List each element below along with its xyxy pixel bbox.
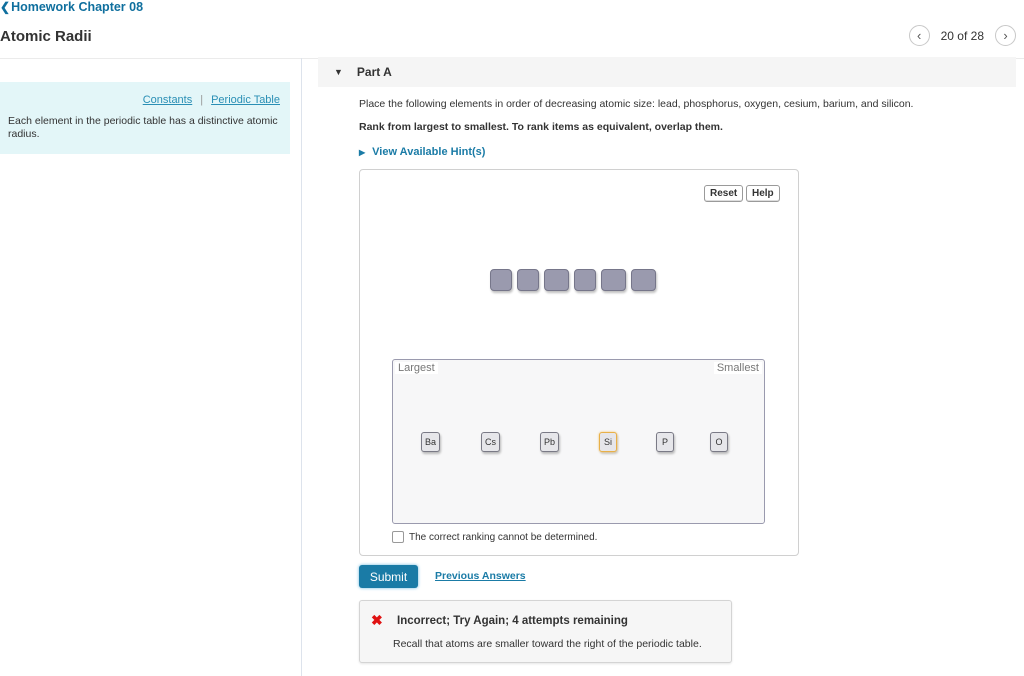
reset-button[interactable]: Reset (704, 185, 744, 202)
question-text: Place the following elements in order of… (359, 98, 914, 110)
previous-answers-link[interactable]: Previous Answers (435, 570, 526, 582)
ranking-widget: Reset Help Largest Smallest Ba Cs Pb Si … (359, 169, 799, 556)
intro-panel: Constants | Periodic Table Each element in… (0, 82, 290, 154)
back-link-label: Homework Chapter 08 (11, 0, 144, 14)
chevron-left-icon: ‹ (916, 28, 922, 43)
previous-item-button[interactable]: ‹ (908, 25, 930, 46)
cannot-determine-checkbox[interactable] (392, 531, 404, 543)
empty-slot[interactable] (544, 269, 569, 291)
caret-right-icon: ▶ (359, 148, 366, 157)
pager: ‹ 20 of 28 › (908, 25, 1016, 46)
instructions-text: Rank from largest to smallest. To rank i… (359, 121, 723, 133)
pager-position: 20 of 28 (940, 28, 984, 43)
feedback-panel: ✖ Incorrect; Try Again; 4 attempts remai… (359, 600, 732, 663)
hint-label: View Available Hint(s) (372, 146, 486, 158)
empty-slot[interactable] (574, 269, 596, 291)
element-chip-pb[interactable]: Pb (540, 432, 560, 452)
element-chip-ba[interactable]: Ba (421, 432, 441, 452)
chevron-right-icon: › (1003, 28, 1008, 43)
smallest-label: Smallest (713, 362, 762, 374)
empty-slot[interactable] (631, 269, 656, 291)
page-title: Atomic Radii (0, 28, 92, 45)
element-chip-cs[interactable]: Cs (481, 432, 500, 452)
column-divider (301, 58, 302, 676)
next-item-button[interactable]: › (995, 25, 1016, 46)
view-hints-toggle[interactable]: ▶ View Available Hint(s) (359, 146, 485, 158)
empty-slot[interactable] (601, 269, 626, 291)
back-to-assignment-link[interactable]: ❮Homework Chapter 08 (0, 0, 143, 14)
part-label: Part A (356, 65, 392, 79)
feedback-title: Incorrect; Try Again; 4 attempts remaini… (397, 615, 628, 627)
cannot-determine-option[interactable]: The correct ranking cannot be determined… (392, 531, 597, 543)
part-a-header[interactable]: ▼ Part A (318, 57, 1016, 87)
element-chip-p[interactable]: P (656, 432, 674, 452)
chevron-left-icon: ❮ (0, 0, 11, 14)
empty-slot[interactable] (517, 269, 539, 291)
link-separator: | (200, 94, 204, 106)
element-chip-o[interactable]: O (710, 432, 728, 452)
largest-label: Largest (395, 362, 438, 374)
incorrect-x-icon: ✖ (371, 612, 383, 628)
empty-slot[interactable] (490, 269, 512, 291)
help-button[interactable]: Help (746, 185, 780, 202)
element-chip-si[interactable]: Si (599, 432, 617, 452)
periodic-table-link[interactable]: Periodic Table (211, 94, 280, 106)
submit-button[interactable]: Submit (359, 565, 418, 588)
resource-links: Constants | Periodic Table (8, 94, 280, 106)
cannot-determine-label: The correct ranking cannot be determined… (409, 531, 598, 543)
feedback-message: Recall that atoms are smaller toward the… (393, 638, 702, 650)
constants-link[interactable]: Constants (143, 94, 193, 106)
caret-down-icon: ▼ (334, 67, 343, 77)
empty-slot-row (490, 269, 656, 291)
intro-text: Each element in the periodic table has a… (8, 115, 278, 140)
ranking-drop-area[interactable]: Largest Smallest Ba Cs Pb Si P O (392, 359, 765, 524)
